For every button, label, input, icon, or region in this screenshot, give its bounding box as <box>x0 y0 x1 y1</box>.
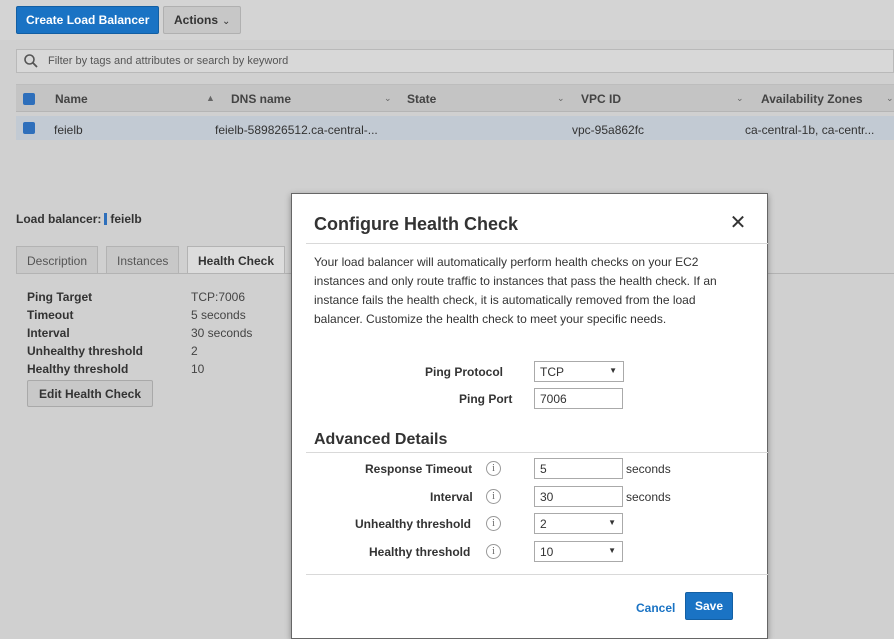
interval-key: Interval <box>27 326 70 340</box>
row-vpc: vpc-95a862fc <box>572 123 645 137</box>
unhealthy-threshold-value: 2 <box>191 344 198 358</box>
column-dns-name[interactable]: DNS name <box>231 92 291 106</box>
response-timeout-input[interactable] <box>534 458 623 479</box>
search-placeholder: Filter by tags and attributes or search … <box>48 55 289 67</box>
divider <box>306 574 768 575</box>
load-balancer-label-text: Load balancer: <box>16 212 102 226</box>
sort-icon[interactable]: ⌄ <box>886 93 894 104</box>
response-timeout-label: Response Timeout <box>365 462 473 476</box>
interval-input[interactable] <box>534 486 623 507</box>
dialog-title: Configure Health Check <box>314 214 519 234</box>
healthy-threshold-value: 10 <box>540 545 554 559</box>
healthy-threshold-value: 10 <box>191 362 205 376</box>
close-icon[interactable]: ✕ <box>729 213 747 233</box>
healthy-threshold-key: Healthy threshold <box>27 362 129 376</box>
column-vpc-id[interactable]: VPC ID <box>581 92 621 106</box>
healthy-threshold-select[interactable]: 10 ▼ <box>534 541 623 562</box>
sort-icon[interactable]: ⌄ <box>736 93 744 104</box>
column-state[interactable]: State <box>407 92 436 106</box>
interval-value: 30 seconds <box>191 326 253 340</box>
sort-icon[interactable]: ⌄ <box>384 93 392 104</box>
chevron-down-icon: ⌄ <box>222 16 231 27</box>
info-icon[interactable]: i <box>486 489 501 504</box>
sort-asc-icon[interactable]: ▲ <box>206 93 215 103</box>
healthy-threshold-label: Healthy threshold <box>369 545 471 559</box>
interval-unit: seconds <box>626 490 671 504</box>
sort-icon[interactable]: ⌄ <box>557 93 565 104</box>
timeout-key: Timeout <box>27 308 74 322</box>
ping-target-value: TCP:7006 <box>191 290 246 304</box>
actions-button[interactable]: Actions ⌄ <box>163 6 242 34</box>
dropdown-arrow-icon: ▼ <box>608 546 616 555</box>
dialog-description: Your load balancer will automatically pe… <box>314 255 717 326</box>
selection-marker <box>104 213 108 225</box>
column-name[interactable]: Name <box>55 92 88 106</box>
row-name: feielb <box>54 123 83 137</box>
unhealthy-threshold-value: 2 <box>540 517 547 531</box>
info-icon[interactable]: i <box>486 516 501 531</box>
response-timeout-unit: seconds <box>626 462 671 476</box>
load-balancer-name: feielb <box>110 212 142 226</box>
dropdown-arrow-icon: ▼ <box>609 366 617 375</box>
search-input[interactable]: Filter by tags and attributes or search … <box>16 49 894 73</box>
actions-label: Actions <box>174 13 219 27</box>
unhealthy-threshold-label: Unhealthy threshold <box>355 517 472 531</box>
ping-port-label: Ping Port <box>459 392 513 406</box>
ping-protocol-select[interactable]: TCP ▼ <box>534 361 624 382</box>
timeout-value: 5 seconds <box>191 308 246 322</box>
info-icon[interactable]: i <box>486 544 501 559</box>
unhealthy-threshold-key: Unhealthy threshold <box>27 344 144 358</box>
row-zones: ca-central-1b, ca-centr... <box>745 123 875 137</box>
ping-port-input[interactable] <box>534 388 623 409</box>
configure-health-check-dialog: Configure Health Check ✕ Your load balan… <box>291 193 768 639</box>
search-icon <box>24 54 38 68</box>
tab-health-check[interactable]: Health Check <box>187 246 286 274</box>
ping-protocol-label: Ping Protocol <box>425 365 503 379</box>
ping-target-key: Ping Target <box>27 290 93 304</box>
advanced-details-heading: Advanced Details <box>314 431 448 448</box>
interval-label: Interval <box>430 490 473 504</box>
row-checkbox[interactable] <box>23 122 35 134</box>
info-icon[interactable]: i <box>486 461 501 476</box>
load-balancer-label: Load balancer: feielb <box>16 212 142 226</box>
grid-header: Name ▲ DNS name ⌄ State ⌄ VPC ID ⌄ Avail… <box>16 84 894 112</box>
tab-description[interactable]: Description <box>16 246 99 273</box>
column-availability-zones[interactable]: Availability Zones <box>761 92 863 106</box>
cancel-button[interactable]: Cancel <box>636 601 675 615</box>
table-row[interactable]: feielb feielb-589826512.ca-central-... v… <box>16 116 894 140</box>
toolbar: Create Load Balancer Actions ⌄ <box>0 0 894 40</box>
create-load-balancer-button[interactable]: Create Load Balancer <box>16 6 160 34</box>
edit-health-check-button[interactable]: Edit Health Check <box>27 380 154 407</box>
unhealthy-threshold-select[interactable]: 2 ▼ <box>534 513 623 534</box>
divider <box>306 452 768 453</box>
select-all-checkbox[interactable] <box>23 93 35 105</box>
ping-protocol-value: TCP <box>540 365 564 379</box>
save-button[interactable]: Save <box>685 592 733 620</box>
tab-instances[interactable]: Instances <box>106 246 180 273</box>
divider <box>306 243 768 244</box>
row-dns: feielb-589826512.ca-central-... <box>215 123 378 137</box>
dropdown-arrow-icon: ▼ <box>608 518 616 527</box>
